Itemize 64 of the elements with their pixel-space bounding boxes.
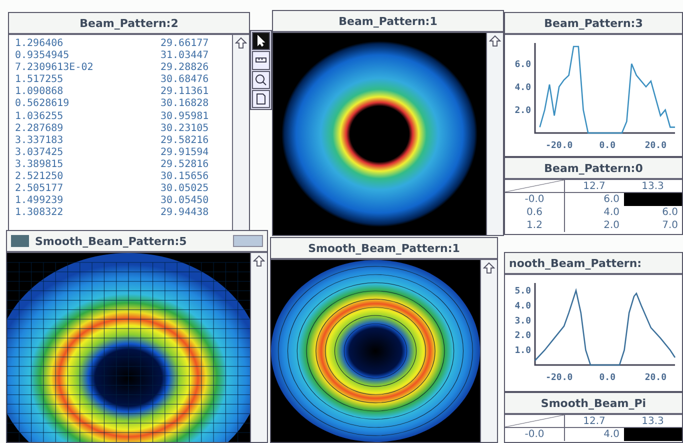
table-cell-text: 7.2309613E-02 xyxy=(15,62,94,74)
table-cell-text: 30.23105 xyxy=(160,122,210,135)
table-cell-text: 29.66177 xyxy=(160,38,210,50)
table-cell-text: 30.68476 xyxy=(160,74,210,86)
row-label: -0.0 xyxy=(505,428,565,441)
table-cell[interactable]: 2.0 xyxy=(565,219,624,232)
axis-tick-label: 2.0 xyxy=(514,331,531,342)
table-cell-text: 29.91594 xyxy=(160,146,210,159)
table-cell-text: 2.287689 xyxy=(15,122,64,135)
axis-tick-label: 1.0 xyxy=(514,346,531,356)
table-cell-text: 29.28826 xyxy=(160,62,210,74)
window-title: Smooth_Beam_Pattern:5 xyxy=(35,234,187,248)
window-title: nooth_Beam_Pattern: xyxy=(509,256,642,270)
table-cell-text: 1.090868 xyxy=(15,86,64,98)
axis-tick-label: 2.0 xyxy=(514,106,531,116)
table-cell-text: 2.505177 xyxy=(15,183,64,196)
table-cell-text: 29.52816 xyxy=(160,158,210,172)
axis-tick-label: 6.0 xyxy=(514,60,531,70)
axis-tick-label: -20.0 xyxy=(546,373,573,383)
window-title: Beam_Pattern:1 xyxy=(338,14,438,28)
table-cell-text: 1.499239 xyxy=(15,195,64,208)
table-cell[interactable]: 7.0 xyxy=(624,219,682,232)
axis-tick-label: 20.0 xyxy=(644,373,667,383)
table-cell-text: 1.296406 xyxy=(15,38,64,50)
table-cell-text: 30.05450 xyxy=(160,195,210,208)
axis-tick-label: 4.0 xyxy=(514,82,531,93)
axis-tick-label: 0.0 xyxy=(599,373,616,383)
table-cell-text: 29.58216 xyxy=(160,134,210,147)
table-cell-text: 29.94438 xyxy=(160,207,210,220)
table-cell-text: 29.11361 xyxy=(160,86,210,98)
table-cell-text: 30.95981 xyxy=(160,110,210,123)
column-header: 12.7 xyxy=(565,415,624,428)
window-title: Beam_Pattern:3 xyxy=(544,16,643,30)
axis-tick-label: 4.0 xyxy=(514,301,531,312)
table-cell-text: 2.521250 xyxy=(15,171,64,184)
window-title: Smooth_Beam_Pattern:1 xyxy=(308,242,460,254)
window-title: Beam_Pattern:0 xyxy=(544,162,643,174)
column-header: 12.7 xyxy=(565,180,624,193)
table-cell-text: 3.337183 xyxy=(15,134,64,147)
table-cell-text: 1.308322 xyxy=(15,207,64,220)
axis-tick-label: 20.0 xyxy=(644,141,667,151)
axis-tick-label: 3.0 xyxy=(514,316,531,326)
window-title: Smooth_Beam_Pi xyxy=(540,396,646,410)
table-cell-text: 30.16828 xyxy=(160,98,210,111)
table-cell-text: 31.03447 xyxy=(160,50,210,62)
row-label: 1.2 xyxy=(505,219,565,232)
table-cell-text: 0.5628619 xyxy=(15,98,70,111)
table-cell-text: 1.517255 xyxy=(15,74,64,86)
row-label: -0.0 xyxy=(505,193,565,206)
table-cell-text: 3.037425 xyxy=(15,146,64,159)
axis-tick-label: -20.0 xyxy=(546,141,573,151)
table-cell-text: 1.036255 xyxy=(15,110,64,123)
table-cell[interactable]: 6.0 xyxy=(565,193,624,206)
window-title: Beam_Pattern:2 xyxy=(80,16,178,30)
table-cell-text: 30.15656 xyxy=(160,171,210,184)
table-cell[interactable]: 6.0 xyxy=(624,206,682,219)
table-cell-text: 0.9354945 xyxy=(15,50,70,62)
row-label: 0.6 xyxy=(505,206,565,219)
table-cell-text: 3.389815 xyxy=(15,158,64,172)
axis-tick-label: 0.0 xyxy=(599,141,616,151)
table-cell-text: 30.05025 xyxy=(160,183,210,196)
table-cell[interactable]: 4.0 xyxy=(565,428,624,441)
axis-tick-label: 5.0 xyxy=(514,286,531,296)
table-cell[interactable]: 4.0 xyxy=(565,206,624,219)
